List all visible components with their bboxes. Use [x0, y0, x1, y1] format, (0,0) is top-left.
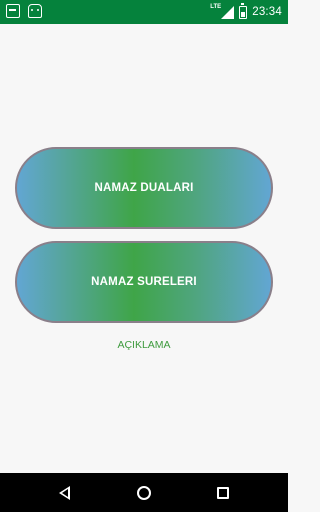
signal-strength-icon [221, 6, 235, 19]
navigation-bar [0, 473, 288, 512]
flat-notification-icon [6, 4, 20, 18]
namaz-dualari-button[interactable]: NAMAZ DUALARI [15, 147, 273, 229]
system-status-area: LTE 23:34 [210, 2, 282, 21]
battery-icon [239, 2, 248, 19]
back-icon[interactable] [59, 486, 70, 500]
recents-icon[interactable] [217, 487, 229, 499]
aciklama-button[interactable]: AÇIKLAMA [0, 339, 288, 357]
clock: 23:34 [252, 6, 282, 18]
android-robot-icon [28, 4, 42, 18]
home-icon[interactable] [137, 486, 151, 500]
notification-area [6, 4, 42, 18]
namaz-sureleri-button[interactable]: NAMAZ SURELERI [15, 241, 273, 323]
signal-icon: LTE [210, 4, 235, 19]
network-type-label: LTE [210, 4, 222, 10]
status-bar: LTE 23:34 [0, 0, 288, 24]
